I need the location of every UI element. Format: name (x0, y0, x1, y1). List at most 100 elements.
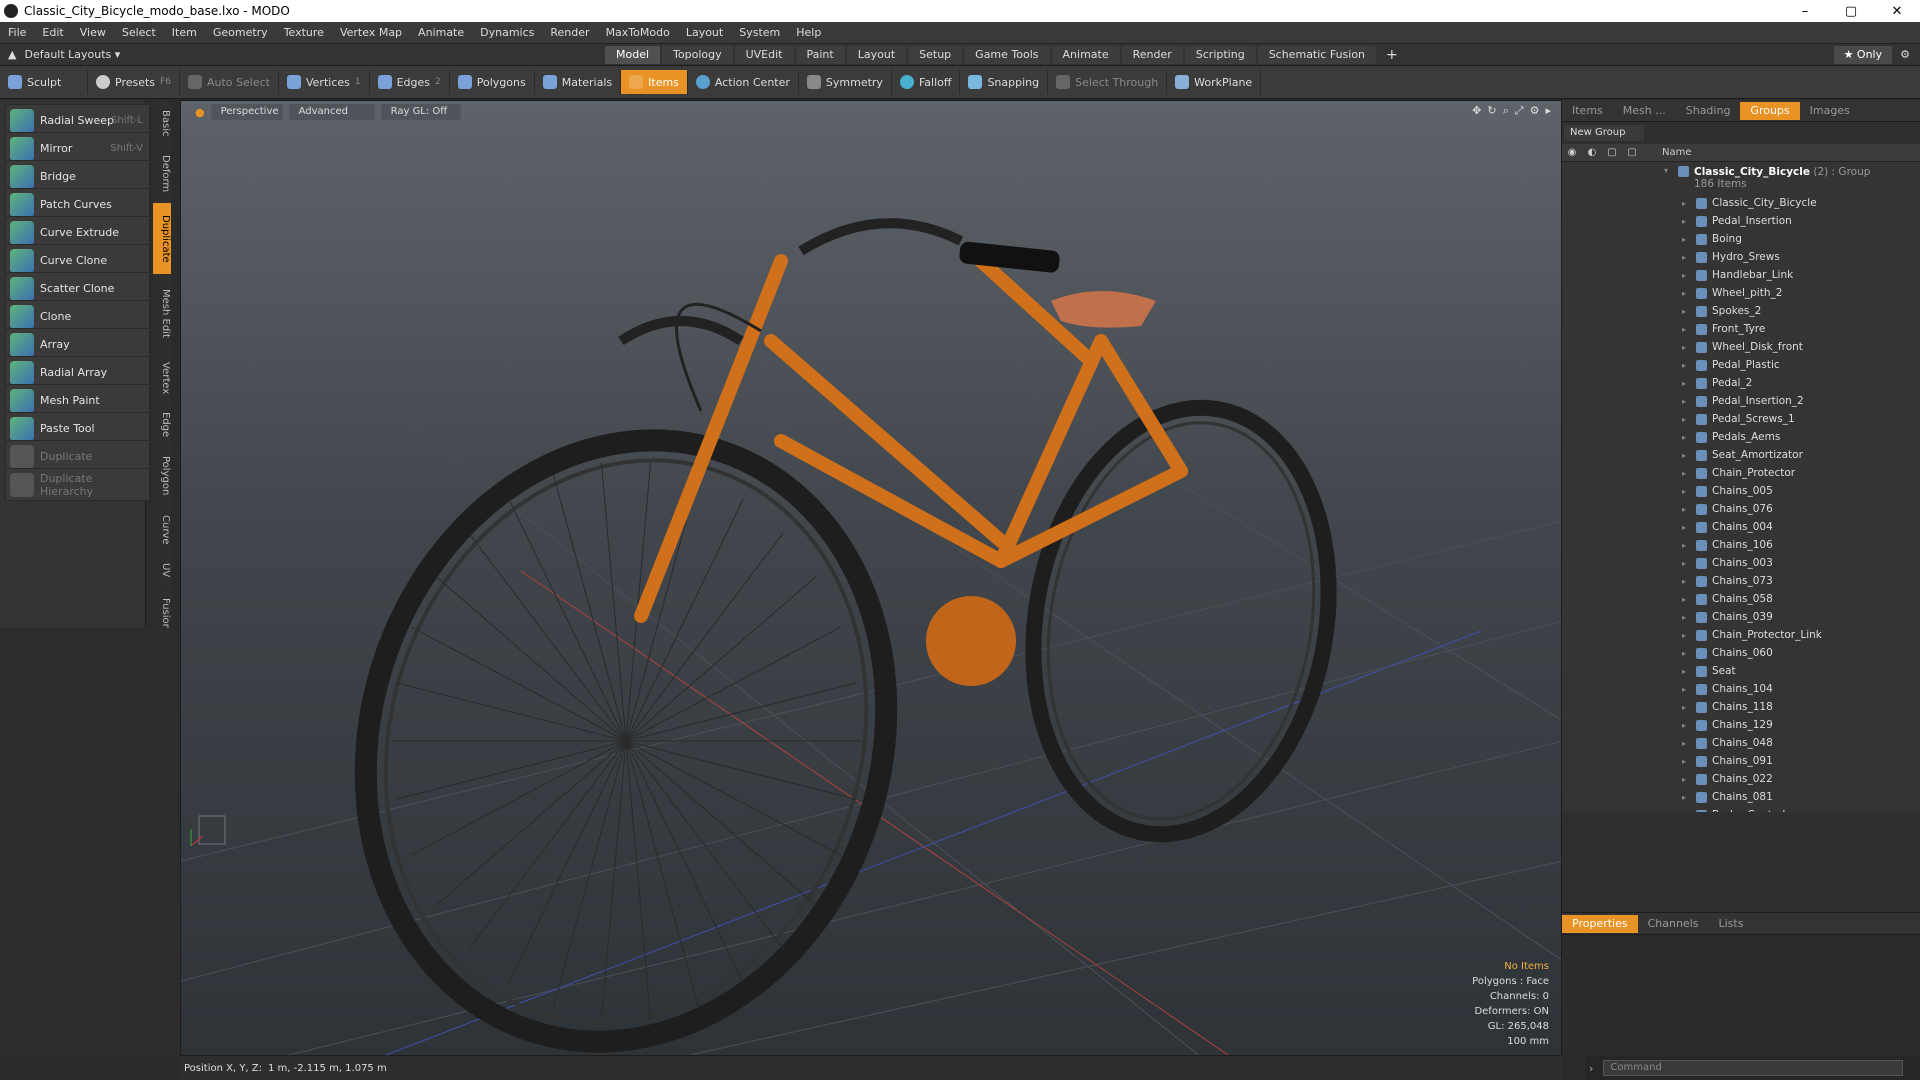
menu-animate[interactable]: Animate (410, 26, 472, 39)
symmetry-button[interactable]: Symmetry (799, 70, 892, 94)
list-item[interactable]: ▸ Chains_073 (1562, 572, 1920, 590)
list-item[interactable]: ▸ Classic_City_Bicycle (1562, 194, 1920, 212)
tab-uvedit[interactable]: UVEdit (734, 45, 794, 64)
list-item[interactable]: ▸ Pedal_Screws_1 (1562, 410, 1920, 428)
expand-icon[interactable]: ▸ (1682, 451, 1696, 460)
expand-icon[interactable]: ▸ (1682, 523, 1696, 532)
lock-column-icon[interactable]: ▢ (1602, 147, 1622, 158)
vertices-button[interactable]: Vertices 1 (279, 70, 370, 94)
menu-edit[interactable]: Edit (34, 26, 71, 39)
tab-game-tools[interactable]: Game Tools (964, 45, 1050, 64)
sculpt-button[interactable]: Sculpt (0, 70, 88, 94)
list-item[interactable]: ▸ Chains_004 (1562, 518, 1920, 536)
vtab-mesh-edit[interactable]: Mesh Edit (153, 278, 171, 349)
list-item[interactable]: ▸ Hydro_Srews (1562, 248, 1920, 266)
expand-icon[interactable]: ▸ (1682, 703, 1696, 712)
expand-icon[interactable]: ▸ (1682, 793, 1696, 802)
expand-icon[interactable]: ▸ (1682, 505, 1696, 514)
collapse-icon[interactable]: ▾ (1664, 166, 1678, 175)
expand-icon[interactable]: ▸ (1682, 289, 1696, 298)
list-item[interactable]: ▸ Wheel_pith_2 (1562, 284, 1920, 302)
bottom-tab-lists[interactable]: Lists (1709, 917, 1754, 930)
select-column-icon[interactable]: ▢ (1622, 147, 1642, 158)
menu-view[interactable]: View (72, 26, 114, 39)
expand-icon[interactable]: ▸ (1682, 811, 1696, 813)
command-input[interactable]: Command (1603, 1060, 1904, 1076)
rotate-icon[interactable]: ↻ (1487, 104, 1496, 118)
expand-icon[interactable]: ▸ (1682, 379, 1696, 388)
tab-layout[interactable]: Layout (846, 45, 907, 64)
list-item[interactable]: ▸ Chains_039 (1562, 608, 1920, 626)
expand-icon[interactable]: ▸ (1682, 757, 1696, 766)
only-toggle[interactable]: ★ Only (1833, 45, 1893, 64)
menu-system[interactable]: System (731, 26, 788, 39)
view-type-button[interactable]: Perspective (210, 104, 283, 120)
zoom-icon[interactable]: ⌕ (1503, 104, 1509, 118)
right-tab-images[interactable]: Images (1800, 104, 1860, 117)
snapping-button[interactable]: Snapping (960, 70, 1049, 94)
expand-icon[interactable]: ▸ (1682, 487, 1696, 496)
viewport-menu-icon[interactable]: ● (195, 106, 205, 119)
expand-icon[interactable]: ▸ (1682, 415, 1696, 424)
list-item[interactable]: ▸ Pedals_Aems (1562, 428, 1920, 446)
expand-icon[interactable]: ▸ (1682, 199, 1696, 208)
right-tab-groups[interactable]: Groups (1740, 101, 1800, 120)
list-item[interactable]: ▸ Wheel_Disk_front (1562, 338, 1920, 356)
expand-icon[interactable]: ▸ (1682, 721, 1696, 730)
materials-button[interactable]: Materials (535, 70, 622, 94)
menu-maxtomodo[interactable]: MaxToModo (598, 26, 678, 39)
list-item[interactable]: ▸ Chains_076 (1562, 500, 1920, 518)
expand-icon[interactable]: ▸ (1682, 541, 1696, 550)
tab-render[interactable]: Render (1121, 45, 1183, 64)
list-item[interactable]: ▸ Pedal_Plastic (1562, 356, 1920, 374)
expand-icon[interactable]: ▸ (1682, 631, 1696, 640)
minimize-button[interactable]: – (1782, 4, 1828, 19)
list-item[interactable]: ▸ Chains_022 (1562, 770, 1920, 788)
expand-icon[interactable]: ▸ (1682, 685, 1696, 694)
vtab-edge[interactable]: Edge (153, 407, 171, 443)
expand-icon[interactable]: ▸ (1682, 235, 1696, 244)
expand-icon[interactable]: ▸ (1682, 775, 1696, 784)
list-item[interactable]: ▸ Chains_048 (1562, 734, 1920, 752)
expand-icon[interactable]: ▸ (1682, 325, 1696, 334)
gear-icon[interactable]: ⚙ (1900, 48, 1910, 61)
expand-icon[interactable]: ▸ (1682, 613, 1696, 622)
close-button[interactable]: ✕ (1874, 4, 1920, 19)
expand-icon[interactable]: ▸ (1682, 577, 1696, 586)
fit-icon[interactable]: ⤢ (1515, 104, 1524, 118)
list-item[interactable]: ▸ Chains_104 (1562, 680, 1920, 698)
visibility-column-icon[interactable]: ◉ (1562, 147, 1582, 158)
expand-icon[interactable]: ▸ (1682, 739, 1696, 748)
menu-geometry[interactable]: Geometry (205, 26, 276, 39)
menu-select[interactable]: Select (114, 26, 164, 39)
menu-item[interactable]: Item (164, 26, 205, 39)
expand-icon[interactable]: ▸ (1682, 433, 1696, 442)
expand-icon[interactable]: ▸ (1682, 649, 1696, 658)
list-item[interactable]: ▸ Pedal_Insertion (1562, 212, 1920, 230)
tab-animate[interactable]: Animate (1051, 45, 1120, 64)
list-item[interactable]: ▸ Seat (1562, 662, 1920, 680)
add-tab-icon[interactable]: + (1386, 47, 1398, 63)
new-group-button[interactable]: New Group (1564, 125, 1644, 141)
tool-duplicate-hierarchy[interactable]: Duplicate Hierarchy (5, 468, 150, 501)
layout-selector[interactable]: Default Layouts ▾ (24, 48, 120, 61)
vtab-curve[interactable]: Curve (153, 508, 171, 551)
list-item[interactable]: ▸ Chains_081 (1562, 788, 1920, 806)
list-item[interactable]: ▸ Chains_005 (1562, 482, 1920, 500)
vtab-duplicate[interactable]: Duplicate (153, 203, 171, 274)
expand-icon[interactable]: ▸ (1682, 253, 1696, 262)
viewport-expand-icon[interactable]: ▸ (1545, 104, 1551, 118)
tab-scripting[interactable]: Scripting (1184, 45, 1256, 64)
list-item[interactable]: ▸ Chains_091 (1562, 752, 1920, 770)
list-item[interactable]: ▸ Chains_118 (1562, 698, 1920, 716)
expand-icon[interactable]: ▸ (1682, 307, 1696, 316)
expand-icon[interactable]: ▸ (1682, 271, 1696, 280)
expand-icon[interactable]: ▸ (1682, 343, 1696, 352)
tab-setup[interactable]: Setup (908, 45, 963, 64)
list-item[interactable]: ▸ Boing (1562, 230, 1920, 248)
edges-button[interactable]: Edges 2 (370, 70, 450, 94)
tab-model[interactable]: Model (605, 45, 661, 64)
right-tab-shading[interactable]: Shading (1676, 104, 1741, 117)
right-tab-mesh[interactable]: Mesh ... (1613, 104, 1676, 117)
layout-up-icon[interactable]: ▲ (8, 48, 16, 61)
